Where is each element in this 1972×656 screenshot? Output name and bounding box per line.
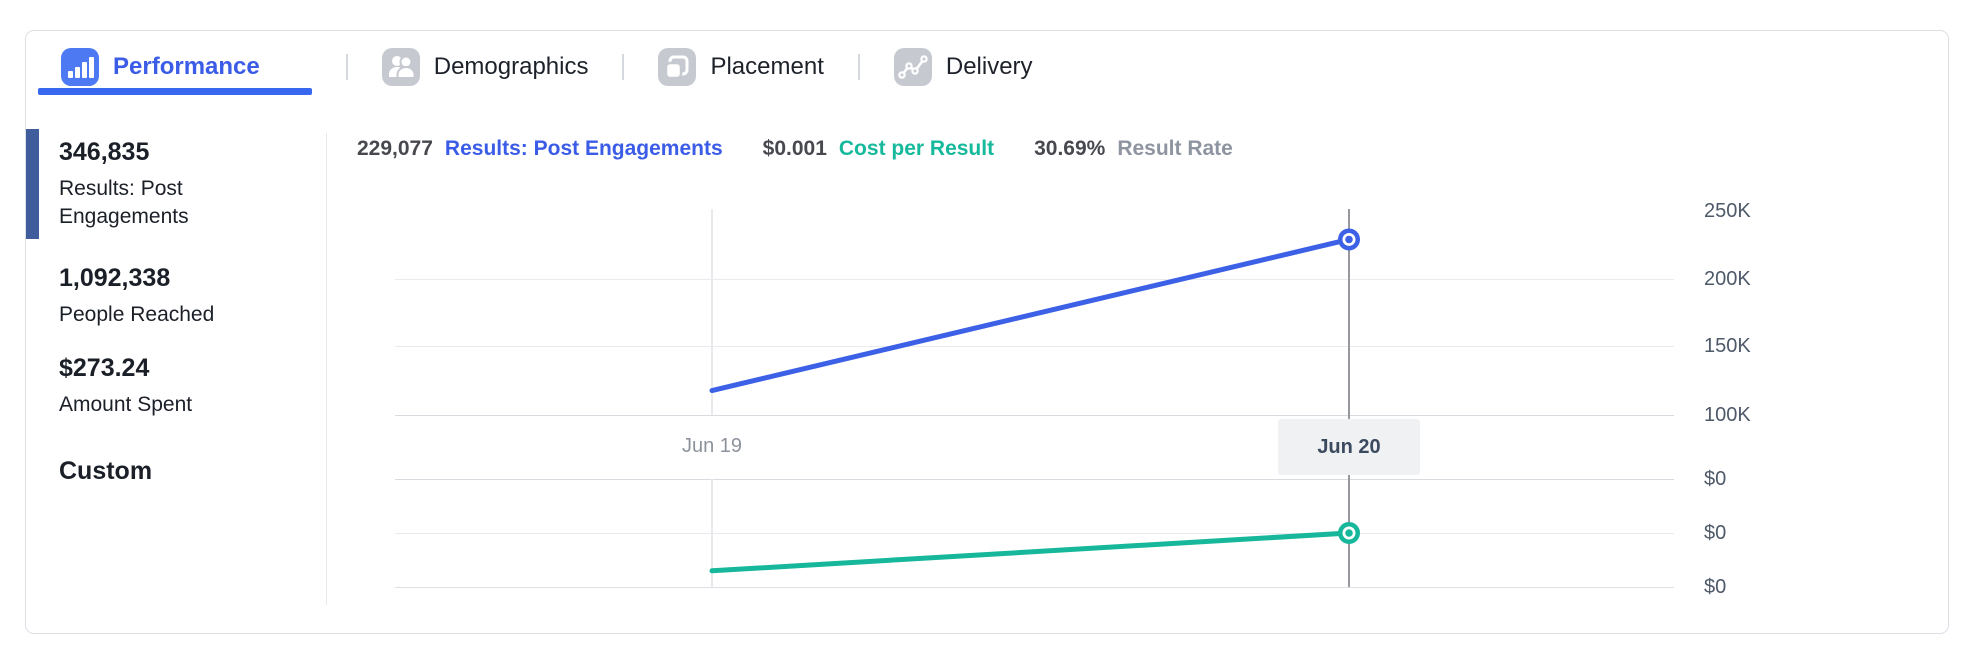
metric-value: 30.69%: [1034, 137, 1106, 160]
tab-label: Demographics: [433, 53, 589, 80]
y-axis-label: 100K: [1704, 404, 1751, 426]
tab-label: Placement: [710, 53, 824, 80]
tab-demographics[interactable]: Demographics: [381, 46, 589, 88]
header-metric-cost-per-result: $0.001 Cost per Result: [763, 137, 994, 161]
metric-label: People Reached: [59, 303, 215, 326]
x-axis-label-jun20-highlighted: Jun 20: [1278, 419, 1420, 475]
tab-performance[interactable]: Performance: [38, 46, 312, 95]
chart-header-metrics: 229,077 Results: Post Engagements $0.001…: [357, 137, 1273, 161]
people-icon: [381, 48, 420, 86]
series-line: [709, 530, 1352, 574]
sidebar-divider: [326, 133, 327, 605]
tab-label: Performance: [113, 53, 260, 80]
metric-value: $0.001: [762, 137, 827, 160]
y-axis-label: 250K: [1704, 200, 1751, 222]
header-metric-result-rate: 30.69% Result Rate: [1034, 137, 1233, 161]
line-chart[interactable]: [395, 181, 1674, 611]
metric-label: Amount Spent: [59, 393, 193, 416]
tab-delivery[interactable]: Delivery: [893, 46, 1033, 88]
report-tabs: Performance Demographics Placement Deliv…: [38, 46, 1033, 95]
ads-report-card: Performance Demographics Placement Deliv…: [25, 30, 1949, 634]
series-line: [709, 236, 1352, 394]
data-point-marker-center: [1345, 235, 1353, 244]
sidebar-metric-results[interactable]: 346,835 Results: Post Engagements: [59, 137, 309, 231]
header-metric-results: 229,077 Results: Post Engagements: [357, 137, 723, 161]
custom-range-label[interactable]: Custom: [59, 457, 152, 486]
y-axis-label: $0: [1704, 468, 1727, 490]
y-axis-label: 150K: [1704, 335, 1751, 357]
metric-value: $273.24: [59, 354, 150, 382]
data-point-marker-center: [1345, 529, 1353, 537]
metric-label: Result Rate: [1117, 137, 1233, 160]
metric-value: 1,092,338: [59, 264, 171, 292]
tab-separator: [857, 54, 860, 80]
tab-separator: [345, 54, 348, 80]
metric-value: 229,077: [357, 137, 433, 160]
y-axis-label: $0: [1704, 522, 1727, 544]
metric-label: Results: Post Engagements: [59, 177, 189, 228]
x-axis-label-jun19: Jun 19: [681, 435, 743, 457]
sidebar-metric-amount-spent[interactable]: $273.24 Amount Spent: [59, 353, 309, 419]
selected-metric-accent-bar: [26, 129, 39, 239]
metric-label: Results: Post Engagements: [444, 137, 723, 160]
metric-label: Cost per Result: [838, 137, 995, 160]
tab-label: Delivery: [945, 53, 1033, 80]
sidebar-metric-people-reached[interactable]: 1,092,338 People Reached: [59, 263, 309, 329]
bar-chart-icon: [61, 48, 99, 86]
frames-icon: [658, 48, 697, 86]
metric-value: 346,835: [59, 138, 150, 166]
y-axis-label: 200K: [1704, 268, 1751, 290]
trend-icon: [893, 48, 932, 86]
tab-separator: [622, 54, 625, 80]
y-axis-label: $0: [1704, 576, 1727, 598]
tab-placement[interactable]: Placement: [658, 46, 824, 88]
